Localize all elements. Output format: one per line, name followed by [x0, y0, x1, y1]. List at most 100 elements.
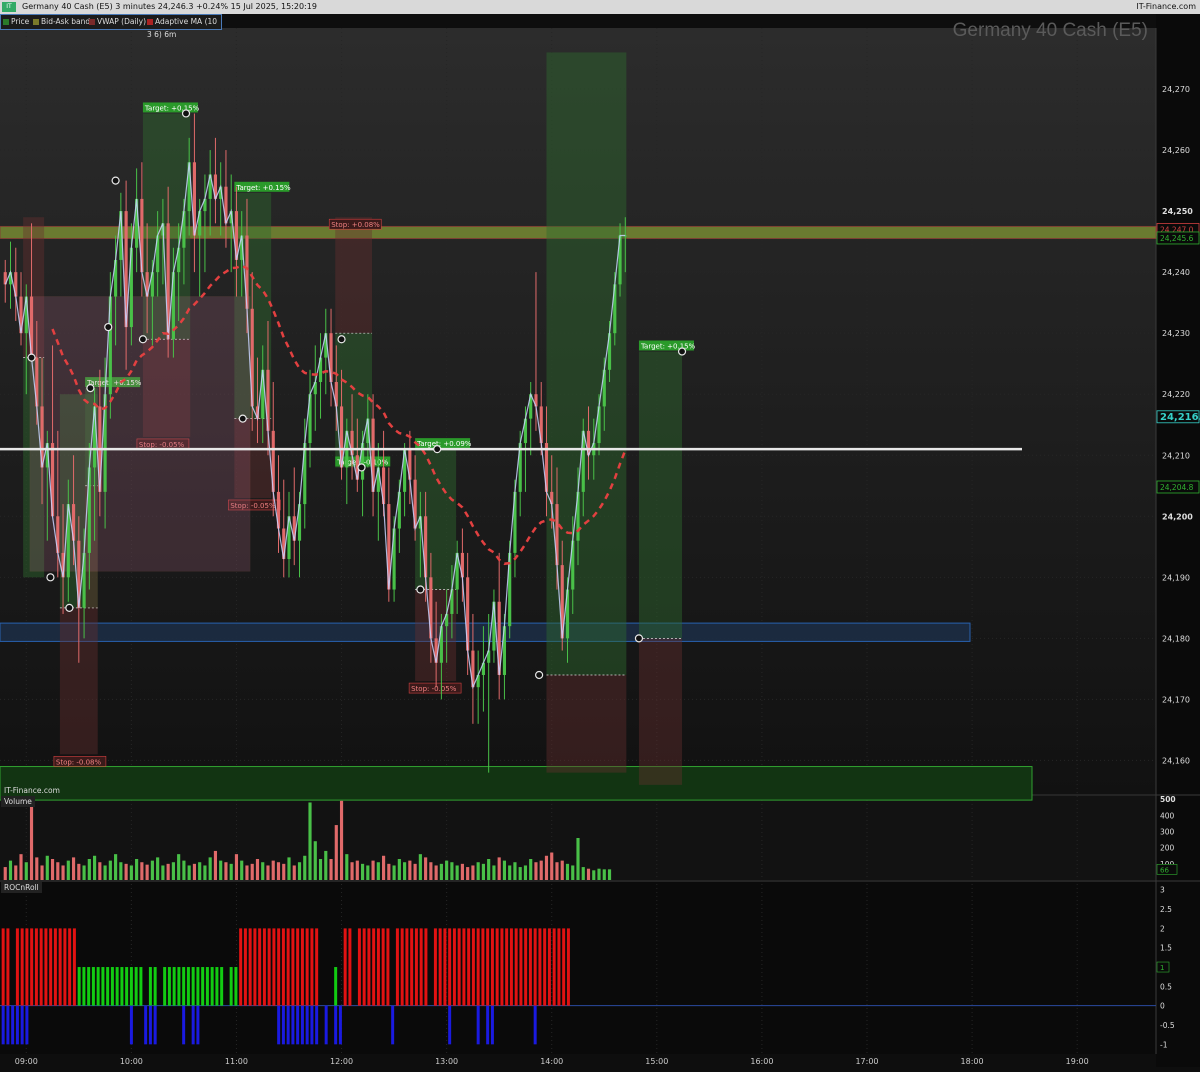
indicator-bar	[424, 928, 428, 1006]
indicator-bar	[243, 928, 247, 1006]
legend-item-vwap[interactable]: VWAP (Daily)	[89, 15, 146, 28]
indicator-bar	[286, 928, 290, 1006]
indicator-bar	[153, 967, 157, 1006]
volume-bar	[66, 860, 70, 880]
trade-stop-zone	[415, 589, 457, 682]
indicator-bar	[44, 928, 48, 1006]
volume-bar	[607, 869, 612, 880]
indicator-bar	[495, 928, 499, 1006]
y-tick-label: 24,270	[1162, 85, 1190, 94]
volume-bar	[497, 857, 501, 880]
indicator-bar	[305, 928, 309, 1006]
indicator-y-tick: 0.5	[1160, 982, 1172, 991]
volume-bar	[565, 863, 570, 880]
indicator-bar	[281, 928, 285, 1006]
y-tick-label: 24,200	[1162, 512, 1193, 521]
indicator-bar	[77, 967, 81, 1006]
indicator-bar	[562, 928, 566, 1006]
indicator-bar	[490, 928, 494, 1006]
stop-label: Stop: +0.08%	[331, 221, 380, 229]
volume-bar	[597, 868, 601, 880]
volume-bar	[50, 859, 55, 880]
volume-bar	[276, 862, 281, 880]
volume-bar	[324, 850, 328, 880]
volume-bar	[592, 870, 596, 880]
indicator-neg-bar	[148, 1005, 152, 1045]
indicator-neg-bar	[129, 1005, 133, 1045]
volume-pane-label[interactable]: Volume	[1, 796, 35, 807]
trade-stop-zone	[638, 638, 683, 785]
indicator-bar	[201, 967, 205, 1006]
target-label: Target: +0.09%	[416, 440, 472, 448]
indicator-bar	[410, 928, 414, 1006]
volume-bar	[19, 854, 23, 880]
volume-bar	[366, 865, 370, 880]
site-link[interactable]: IT-Finance.com	[1136, 0, 1196, 14]
indicator-bar	[139, 967, 143, 1006]
chart-svg[interactable]: 24,270 24,260 24,250 24,240 24,230 24,220 24,2…	[0, 0, 1200, 1067]
indicator-y-tick: -0.5	[1160, 1021, 1175, 1030]
volume-bar	[129, 865, 133, 880]
support-band	[0, 622, 971, 642]
indicator-neg-bar	[300, 1005, 304, 1045]
volume-bar	[182, 860, 186, 880]
indicator-bar	[566, 928, 570, 1006]
signal-marker	[433, 445, 442, 454]
x-tick-label: 14:00	[540, 1057, 563, 1066]
indicator-neg-bar	[291, 1005, 295, 1045]
legend-item-bid-ask[interactable]: Bid-Ask band	[33, 15, 90, 28]
signal-marker	[357, 463, 366, 472]
volume-bar	[292, 865, 296, 880]
indicator-bar	[49, 928, 53, 1006]
volume-bar	[408, 860, 412, 880]
indicator-bar	[528, 928, 532, 1006]
volume-bar	[523, 865, 528, 880]
indicator-bar	[6, 928, 10, 1006]
volume-bar	[345, 854, 349, 880]
volume-y-tick: 500	[1160, 795, 1176, 804]
indicator-bar	[253, 928, 257, 1006]
indicator-neg-bar	[338, 1005, 342, 1045]
volume-bar	[150, 860, 154, 880]
legend-label: Adaptive MA (10 3 6) 6m	[147, 17, 218, 39]
volume-bar	[445, 860, 449, 880]
volume-bar	[71, 857, 76, 880]
indicator-bar	[196, 967, 200, 1006]
footer-brand: IT-Finance.com	[4, 786, 60, 795]
indicator-bar	[39, 928, 43, 1006]
volume-bar	[481, 863, 485, 880]
volume-bar	[82, 865, 86, 880]
volume-bar	[529, 859, 533, 880]
volume-bar	[329, 859, 333, 880]
indicator-bar	[357, 928, 361, 1006]
volume-bar	[287, 857, 291, 880]
indicator-neg-bar	[277, 1005, 281, 1045]
y-tick-label: 24,180	[1162, 634, 1190, 643]
volume-bar	[313, 841, 317, 880]
x-tick-label: 15:00	[645, 1057, 668, 1066]
legend-item-ama[interactable]: Adaptive MA (10 3 6) 6m	[147, 15, 221, 41]
indicator-bar	[72, 928, 76, 1006]
indicator-bar	[229, 967, 233, 1006]
volume-bar	[560, 860, 564, 880]
signal-marker	[104, 322, 113, 332]
indicator-bar	[186, 967, 190, 1006]
volume-bar	[229, 863, 233, 880]
indicator-bar	[25, 928, 29, 1006]
indicator-pane-label[interactable]: ROCnRoll	[1, 882, 42, 893]
price-tag: 24,245.6	[1160, 234, 1194, 243]
indicator-bar	[191, 967, 195, 1006]
legend-item-price[interactable]: Price	[3, 15, 29, 28]
volume-bar	[98, 862, 102, 880]
indicator-bar	[167, 967, 171, 1006]
legend-label: Bid-Ask band	[41, 17, 91, 26]
title-bar: IT Germany 40 Cash (E5) 3 minutes 24,246…	[0, 0, 1200, 14]
volume-bar	[397, 859, 401, 880]
volume-bar	[403, 862, 407, 880]
indicator-bar	[68, 928, 72, 1006]
volume-bar	[502, 860, 507, 880]
indicator-bar	[414, 928, 418, 1006]
indicator-neg-bar	[476, 1005, 480, 1045]
volume-bar	[492, 865, 496, 880]
volume-bar	[439, 863, 443, 880]
